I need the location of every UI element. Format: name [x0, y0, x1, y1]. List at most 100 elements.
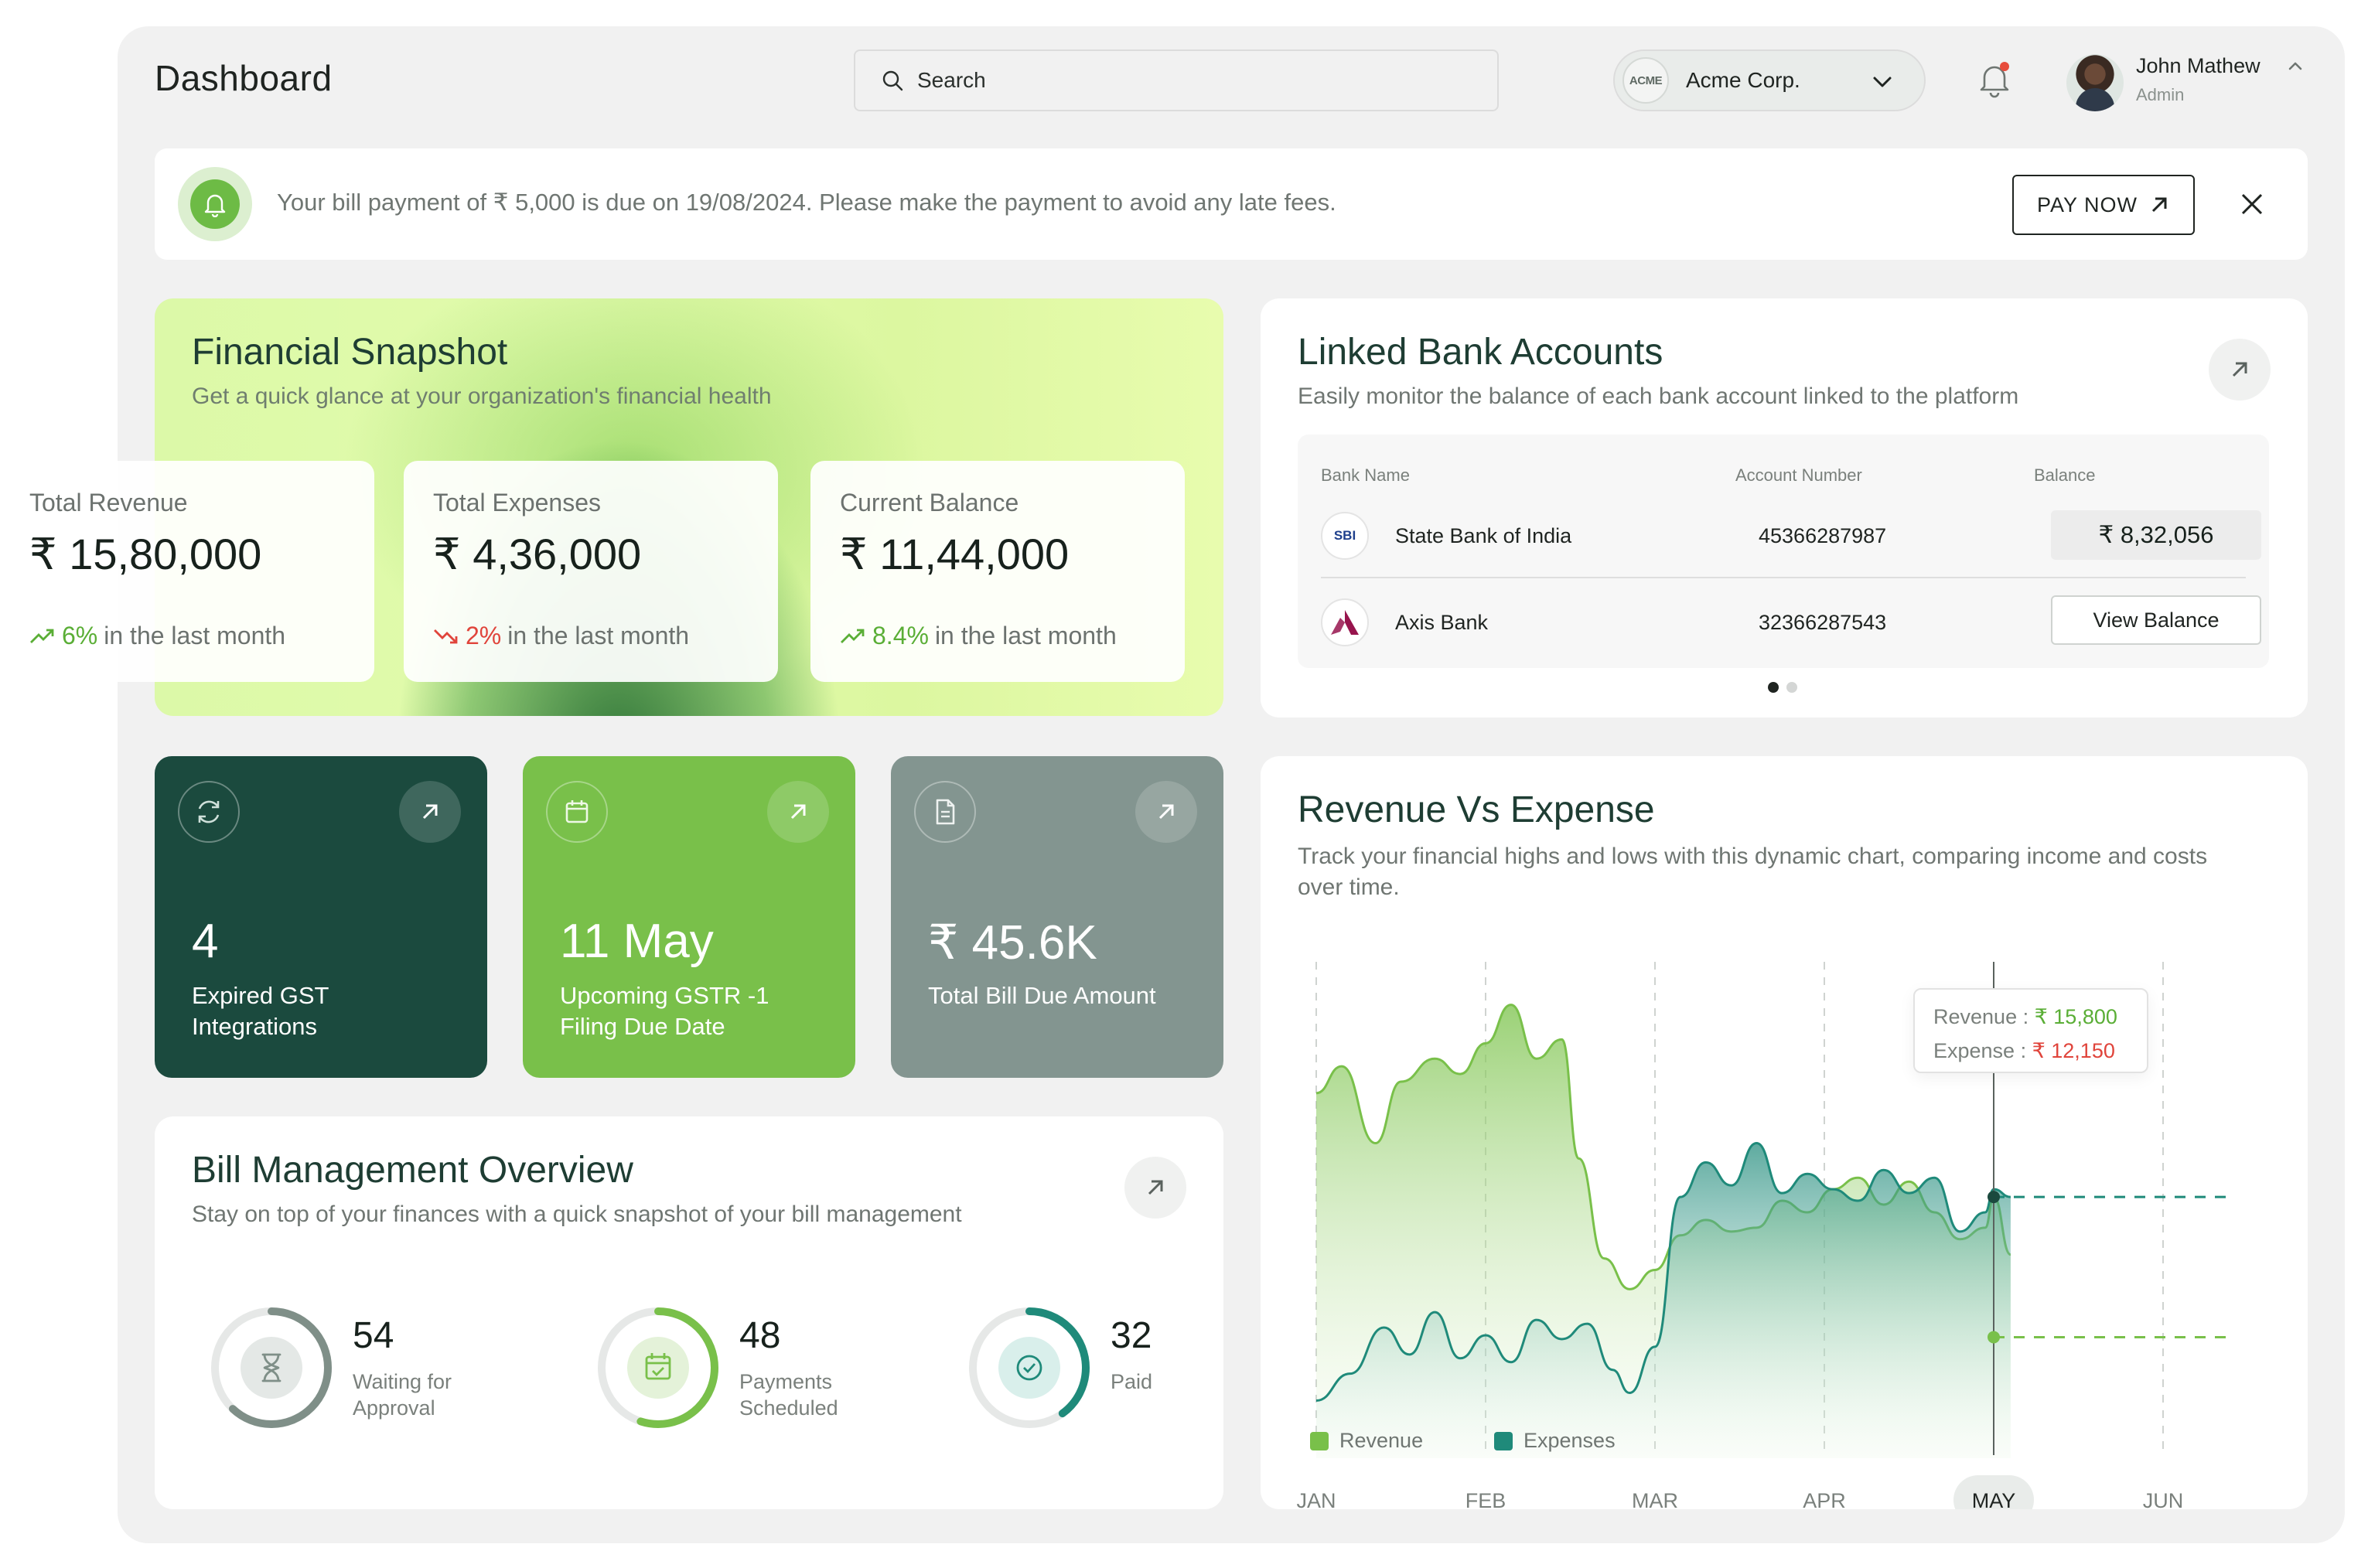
progress-ring — [969, 1307, 1090, 1428]
bank-name: State Bank of India — [1395, 524, 1572, 547]
stat-pct: 2% — [466, 622, 502, 649]
stat-value: ₹ 15,80,000 — [29, 530, 262, 578]
x-tick-label[interactable]: FEB — [1465, 1489, 1506, 1509]
legend-item-expenses[interactable]: Expenses — [1494, 1429, 1616, 1453]
stat-trend: 2% in the last month — [433, 622, 689, 650]
x-tick-label[interactable]: MAY — [1972, 1489, 2016, 1509]
expense-marker[interactable] — [1988, 1331, 2000, 1344]
account-number: 32366287543 — [1759, 611, 1887, 634]
bill-label: Paid — [1111, 1370, 1153, 1393]
bank-card-title: Linked Bank Accounts — [1298, 332, 1663, 373]
stat-card-revenue[interactable]: Total Revenue ₹ 15,80,000 6% in the last… — [29, 461, 374, 682]
org-selector[interactable]: ACME Acme Corp. — [1613, 49, 1926, 111]
user-role: Admin — [2136, 85, 2185, 104]
x-tick-label[interactable]: JAN — [1296, 1489, 1336, 1509]
bell-badge — [178, 167, 252, 241]
revenue-expense-chart[interactable]: JAN FEB MAR APR MAY JUN — [1261, 756, 2308, 1509]
bill-card-subtitle: Stay on top of your finances with a quic… — [192, 1202, 962, 1227]
refresh-icon — [178, 781, 240, 843]
pay-now-button[interactable]: PAY NOW — [2012, 175, 2195, 235]
kpi-label: Upcoming GSTR -1 Filing Due Date — [560, 982, 769, 1040]
bill-label: Payments Scheduled — [739, 1370, 838, 1420]
trend-down-icon — [434, 629, 458, 643]
x-tick-label[interactable]: APR — [1803, 1489, 1846, 1509]
table-row[interactable]: Axis Bank 32366287543 View Balance — [1321, 578, 2261, 665]
page-title: Dashboard — [155, 58, 333, 98]
kpi-value: 4 — [192, 915, 219, 968]
arrow-up-right-icon — [2232, 362, 2247, 377]
stat-card-balance[interactable]: Current Balance ₹ 11,44,000 8.4% in the … — [810, 461, 1185, 682]
chevron-down-icon — [1873, 77, 1892, 87]
account-number: 45366287987 — [1759, 524, 1887, 547]
revenue-marker[interactable] — [1988, 1191, 2000, 1204]
pagination-dot[interactable] — [1786, 682, 1797, 693]
bill-count: 48 — [739, 1315, 781, 1356]
avatar[interactable] — [2066, 54, 2124, 111]
revenue-vs-expense-card: Revenue Vs Expense Track your financial … — [1261, 756, 2308, 1509]
axis-bank-logo — [1321, 598, 1369, 646]
kpi-value: 11 May — [560, 915, 714, 968]
pay-now-label: PAY NOW — [2036, 193, 2138, 216]
bill-count: 54 — [353, 1315, 394, 1356]
table-row[interactable]: SBI State Bank of India 45366287987 ₹ 8,… — [1321, 492, 2261, 578]
open-kpi-button[interactable] — [767, 781, 829, 843]
trend-up-icon — [30, 629, 54, 643]
close-icon[interactable] — [2237, 189, 2267, 220]
chart-tooltip: Revenue : ₹ 15,800 Expense : ₹ 12,150 — [1913, 988, 2148, 1073]
balance-value: ₹ 8,32,056 — [2051, 510, 2261, 560]
kpi-total-bill-due[interactable]: ₹ 45.6K Total Bill Due Amount — [891, 756, 1223, 1078]
kpi-value: ₹ 45.6K — [928, 916, 1097, 970]
stat-trend: 6% in the last month — [29, 622, 285, 650]
search-icon — [882, 70, 903, 91]
open-kpi-button[interactable] — [399, 781, 461, 843]
arrow-up-right-icon — [790, 804, 806, 820]
stat-label: Total Revenue — [29, 489, 188, 516]
column-header: Account Number — [1735, 465, 1862, 485]
trend-up-icon — [841, 629, 865, 643]
stat-suffix: in the last month — [507, 622, 690, 649]
snapshot-title: Financial Snapshot — [192, 332, 508, 373]
stat-card-expenses[interactable]: Total Expenses ₹ 4,36,000 2% in the last… — [404, 461, 778, 682]
search-input[interactable] — [917, 68, 1459, 93]
org-logo: ACME — [1622, 57, 1669, 104]
arrow-up-right-icon — [1148, 1180, 1163, 1195]
kpi-label: Total Bill Due Amount — [928, 982, 1156, 1009]
stat-label: Current Balance — [840, 489, 1019, 516]
chevron-up-icon[interactable] — [2286, 57, 2305, 76]
progress-ring — [211, 1307, 332, 1428]
column-header: Bank Name — [1321, 465, 1410, 485]
bill-label: Waiting for Approval — [353, 1370, 452, 1420]
linked-bank-accounts-card: Linked Bank Accounts Easily monitor the … — [1261, 298, 2308, 718]
bill-card-title: Bill Management Overview — [192, 1150, 633, 1191]
open-bills-button[interactable] — [1124, 1157, 1186, 1219]
x-tick-label[interactable]: JUN — [2143, 1489, 2184, 1509]
pagination-dots — [1768, 682, 1797, 693]
open-banks-button[interactable] — [2209, 339, 2271, 401]
legend-item-revenue[interactable]: Revenue — [1310, 1429, 1423, 1453]
open-kpi-button[interactable] — [1135, 781, 1197, 843]
bank-table: Bank Name Account Number Balance SBI Sta… — [1298, 435, 2269, 668]
kpi-label: Expired GST Integrations — [192, 982, 329, 1040]
tooltip-revenue: Revenue : ₹ 15,800 — [1933, 1005, 2117, 1028]
stat-suffix: in the last month — [104, 622, 286, 649]
payment-reminder-banner: Your bill payment of ₹ 5,000 is due on 1… — [155, 148, 2308, 260]
stat-value: ₹ 4,36,000 — [433, 530, 642, 578]
legend-label: Revenue — [1339, 1429, 1424, 1452]
kpi-expired-gst[interactable]: 4 Expired GST Integrations — [155, 756, 487, 1078]
bell-icon — [204, 194, 226, 217]
stat-suffix: in the last month — [934, 622, 1117, 649]
stat-value: ₹ 11,44,000 — [840, 530, 1070, 578]
document-icon — [914, 781, 976, 843]
stat-pct: 8.4% — [872, 622, 929, 649]
kpi-gstr-due[interactable]: 11 May Upcoming GSTR -1 Filing Due Date — [523, 756, 855, 1078]
sbi-logo: SBI — [1321, 512, 1369, 560]
x-tick-label[interactable]: MAR — [1632, 1489, 1678, 1509]
tooltip-expense: Expense : ₹ 12,150 — [1933, 1039, 2115, 1062]
user-name[interactable]: John Mathew — [2136, 54, 2261, 78]
stat-trend: 8.4% in the last month — [840, 622, 1117, 650]
arrow-up-right-icon — [422, 804, 438, 820]
search-box[interactable] — [854, 49, 1499, 111]
view-balance-button[interactable]: View Balance — [2051, 595, 2261, 645]
pagination-dot-active[interactable] — [1768, 682, 1779, 693]
arrow-up-right-icon — [1158, 804, 1174, 820]
